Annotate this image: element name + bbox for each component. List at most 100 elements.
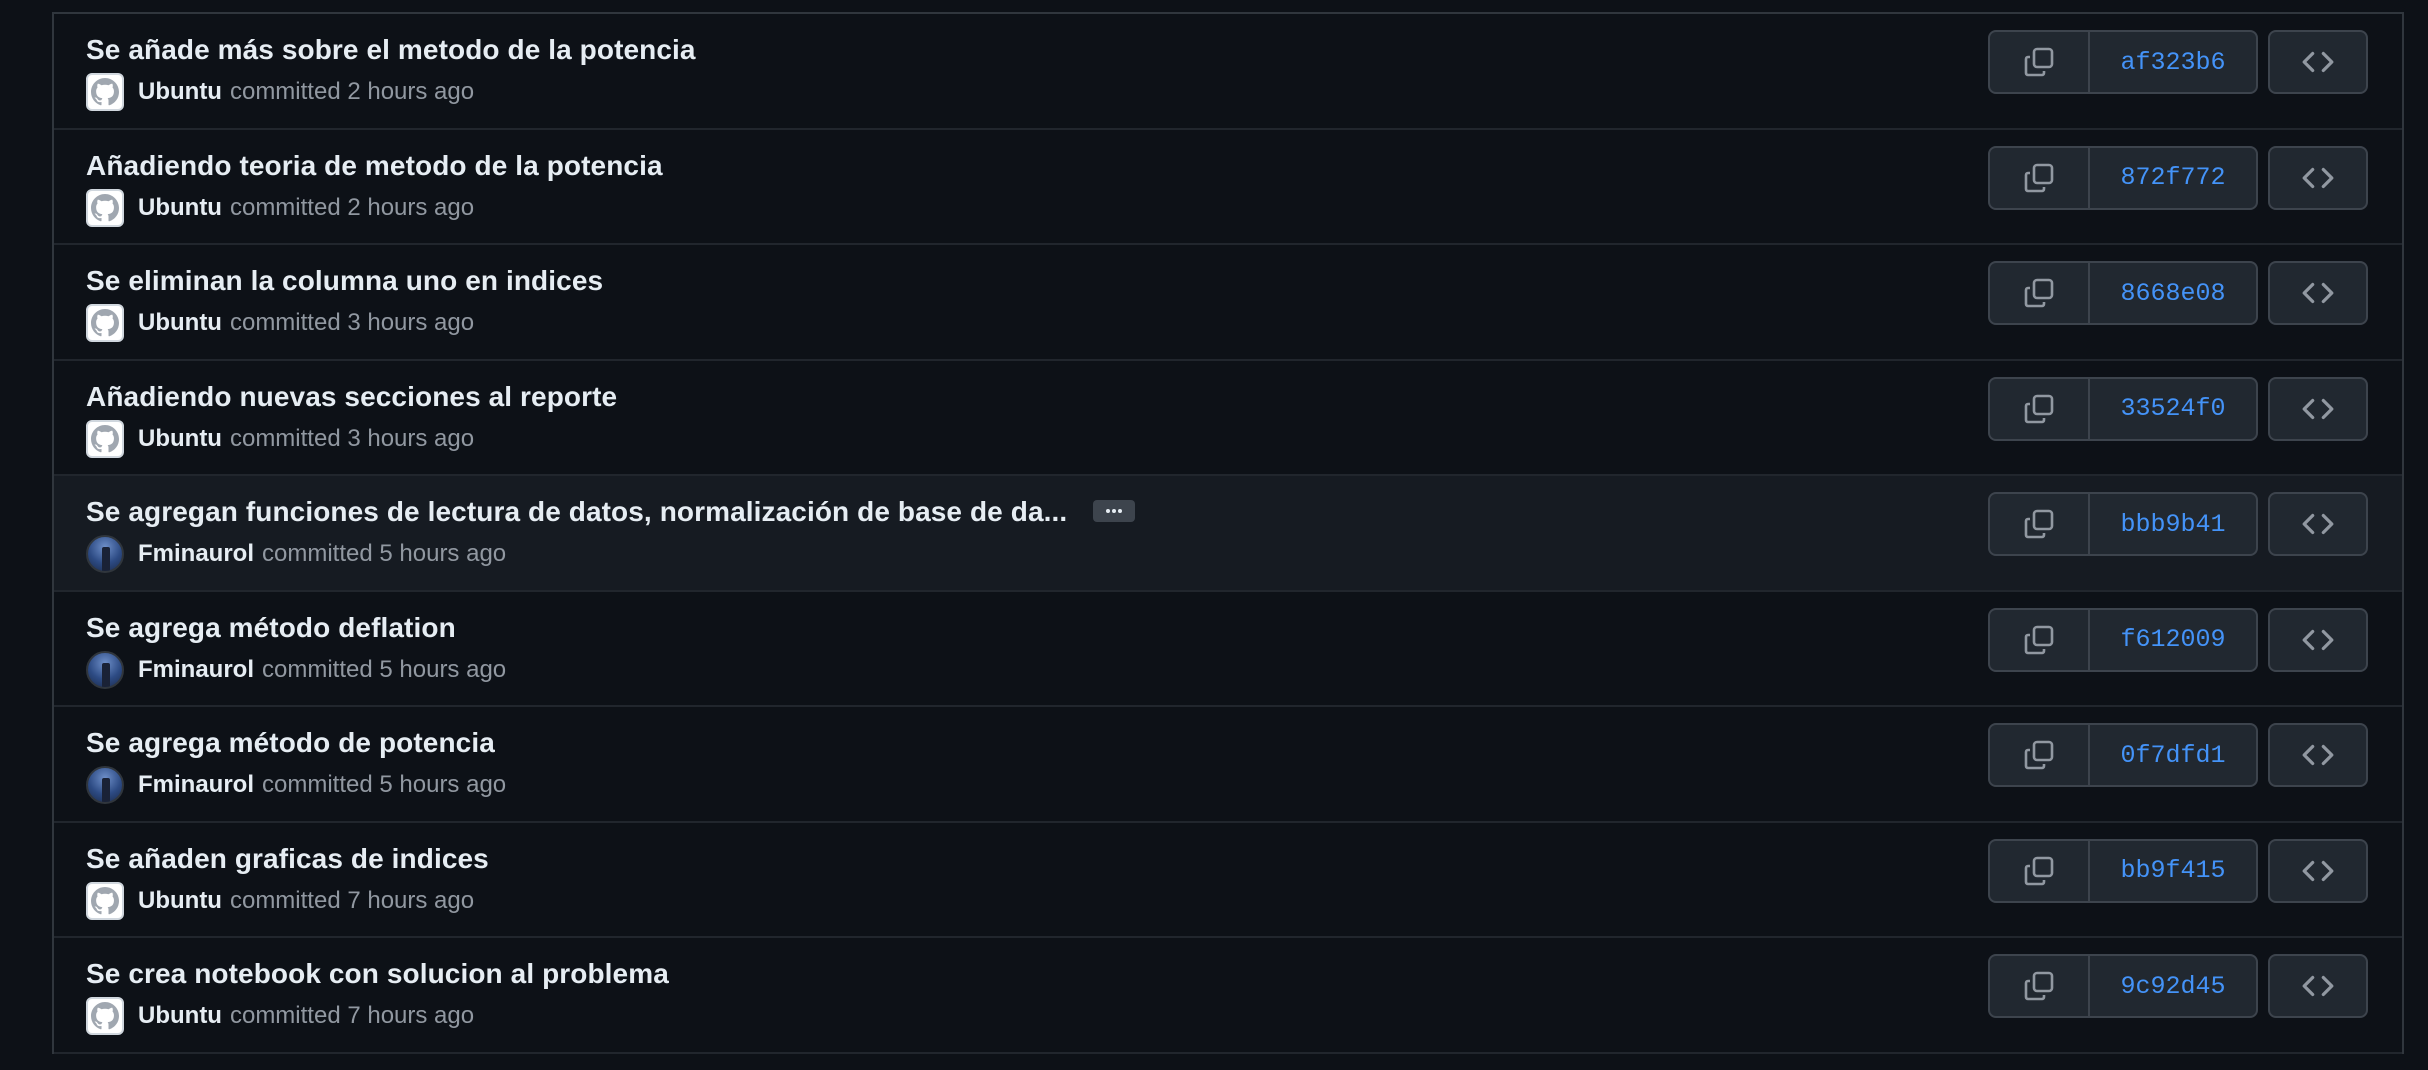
commit-row: Se agrega método de potencia Fminaurol c…: [54, 707, 2402, 823]
github-default-avatar[interactable]: [86, 881, 124, 920]
copy-sha-button[interactable]: [1990, 147, 2090, 208]
github-mark-icon: [91, 193, 119, 221]
copy-icon: [2024, 971, 2054, 1001]
commit-author[interactable]: Ubuntu: [138, 78, 222, 106]
copy-sha-button[interactable]: [1990, 263, 2090, 323]
commit-time: committed 5 hours ago: [262, 771, 507, 798]
commit-sha-button-group: bbb9b41: [1988, 492, 2258, 556]
commit-time: committed 7 hours ago: [229, 1002, 475, 1029]
ellipsis-icon[interactable]: [1093, 499, 1136, 522]
copy-icon: [2024, 163, 2054, 192]
commit-title[interactable]: Se agrega método de potencia: [86, 727, 495, 758]
commit-list: Se añade más sobre el metodo de la poten…: [52, 12, 2404, 1054]
browse-repo-button[interactable]: [2268, 261, 2368, 325]
browse-repo-button[interactable]: [2268, 145, 2368, 210]
commit-title-wrap: Añadiendo nuevas secciones al reporte: [86, 381, 617, 413]
avatar-photo-shape: [102, 547, 110, 571]
code-brackets-icon: [2302, 398, 2334, 419]
commit-author[interactable]: Ubuntu: [138, 194, 222, 222]
ellipsis-dot: [1106, 508, 1111, 513]
commit-sha-button-group: 0f7dfd1: [1988, 723, 2258, 787]
code-brackets-icon: [2302, 282, 2334, 304]
commit-sha-link[interactable]: 872f772: [2090, 148, 2256, 208]
commit-sha-link[interactable]: 0f7dfd1: [2090, 725, 2256, 785]
commit-meta: Ubuntu committed 3 hours ago: [86, 419, 474, 459]
github-mark-icon: [91, 1002, 119, 1030]
commit-row: Se eliminan la columna uno en indices Ub…: [54, 245, 2402, 361]
github-default-avatar[interactable]: [86, 419, 124, 458]
code-brackets-icon: [2302, 629, 2334, 650]
commit-meta: Ubuntu committed 2 hours ago: [86, 72, 474, 112]
commit-title[interactable]: Se añaden graficas de indices: [86, 843, 489, 874]
copy-icon: [2024, 856, 2054, 885]
commit-meta: Ubuntu committed 7 hours ago: [86, 996, 474, 1036]
copy-sha-button[interactable]: [1990, 494, 2090, 554]
user-photo-avatar[interactable]: [86, 766, 124, 804]
commit-title[interactable]: Añadiendo nuevas secciones al reporte: [86, 381, 617, 412]
commit-author[interactable]: Fminaurol: [138, 656, 254, 684]
copy-sha-button[interactable]: [1990, 956, 2090, 1016]
github-default-avatar[interactable]: [86, 997, 124, 1035]
commit-title[interactable]: Se agrega método deflation: [86, 612, 456, 643]
user-photo-avatar[interactable]: [86, 535, 124, 573]
browse-repo-button[interactable]: [2268, 376, 2368, 441]
github-default-avatar[interactable]: [86, 188, 124, 227]
user-photo-avatar[interactable]: [86, 650, 124, 689]
commit-sha-link[interactable]: 33524f0: [2090, 379, 2256, 439]
copy-sha-button[interactable]: [1990, 725, 2090, 785]
commit-row: Añadiendo nuevas secciones al reporte Ub…: [54, 360, 2402, 476]
commit-title[interactable]: Se añade más sobre el metodo de la poten…: [86, 34, 696, 65]
commit-sha-link[interactable]: 9c92d45: [2090, 956, 2256, 1016]
commit-author[interactable]: Ubuntu: [138, 887, 222, 915]
commit-time: committed 5 hours ago: [262, 540, 507, 567]
commit-author[interactable]: Ubuntu: [138, 425, 222, 453]
commit-sha-button-group: 33524f0: [1988, 376, 2258, 441]
commit-title[interactable]: Se crea notebook con solucion al problem…: [86, 958, 669, 989]
github-mark-icon: [91, 886, 119, 914]
copy-sha-button[interactable]: [1990, 840, 2090, 901]
commit-title[interactable]: Se eliminan la columna uno en indices: [86, 265, 603, 296]
commit-title[interactable]: Se agregan funciones de lectura de datos…: [86, 496, 1067, 527]
browse-repo-button[interactable]: [2268, 954, 2368, 1018]
commit-sha-button-group: af323b6: [1988, 30, 2258, 94]
commit-author[interactable]: Fminaurol: [138, 540, 254, 568]
copy-sha-button[interactable]: [1990, 609, 2090, 670]
commit-sha-link[interactable]: 8668e08: [2090, 263, 2256, 323]
code-brackets-icon: [2302, 513, 2334, 535]
commit-sha-button-group: bb9f415: [1988, 838, 2258, 903]
commit-sha-link[interactable]: bbb9b41: [2090, 494, 2256, 554]
commit-title-wrap: Se agrega método de potencia: [86, 727, 495, 759]
copy-sha-button[interactable]: [1990, 32, 2090, 92]
copy-icon: [2024, 394, 2054, 423]
commit-sha-link[interactable]: af323b6: [2090, 32, 2256, 92]
browse-repo-button[interactable]: [2268, 607, 2368, 672]
github-default-avatar[interactable]: [86, 73, 124, 111]
browse-repo-button[interactable]: [2268, 838, 2368, 903]
copy-icon: [2024, 740, 2054, 770]
avatar-photo-shape: [102, 778, 110, 802]
copy-sha-button[interactable]: [1990, 378, 2090, 439]
commit-row: Se crea notebook con solucion al problem…: [54, 938, 2402, 1054]
commit-title[interactable]: Añadiendo teoria de metodo de la potenci…: [86, 150, 663, 181]
commit-sha-link[interactable]: f612009: [2090, 610, 2256, 670]
commits-page: Se añade más sobre el metodo de la poten…: [0, 0, 2428, 1070]
commit-row: Se agrega método deflation Fminaurol com…: [54, 591, 2402, 707]
github-mark-icon: [91, 309, 119, 337]
browse-repo-button[interactable]: [2268, 492, 2368, 556]
commit-sha-button-group: 872f772: [1988, 145, 2258, 210]
commit-author[interactable]: Ubuntu: [138, 309, 222, 337]
commit-title-wrap: Se añaden graficas de indices: [86, 843, 489, 875]
commit-row: Se agregan funciones de lectura de datos…: [54, 476, 2402, 592]
commit-meta: Ubuntu committed 3 hours ago: [86, 303, 474, 343]
browse-repo-button[interactable]: [2268, 30, 2368, 94]
commit-time: committed 3 hours ago: [229, 424, 475, 452]
commit-author[interactable]: Fminaurol: [138, 771, 254, 799]
commit-meta: Ubuntu committed 7 hours ago: [86, 881, 474, 921]
commit-title-wrap: Se agrega método deflation: [86, 612, 456, 644]
commit-meta: Fminaurol committed 5 hours ago: [86, 765, 506, 805]
commit-author[interactable]: Ubuntu: [138, 1002, 222, 1030]
commit-sha-button-group: f612009: [1988, 607, 2258, 672]
commit-sha-link[interactable]: bb9f415: [2090, 841, 2256, 901]
browse-repo-button[interactable]: [2268, 723, 2368, 787]
github-default-avatar[interactable]: [86, 304, 124, 342]
